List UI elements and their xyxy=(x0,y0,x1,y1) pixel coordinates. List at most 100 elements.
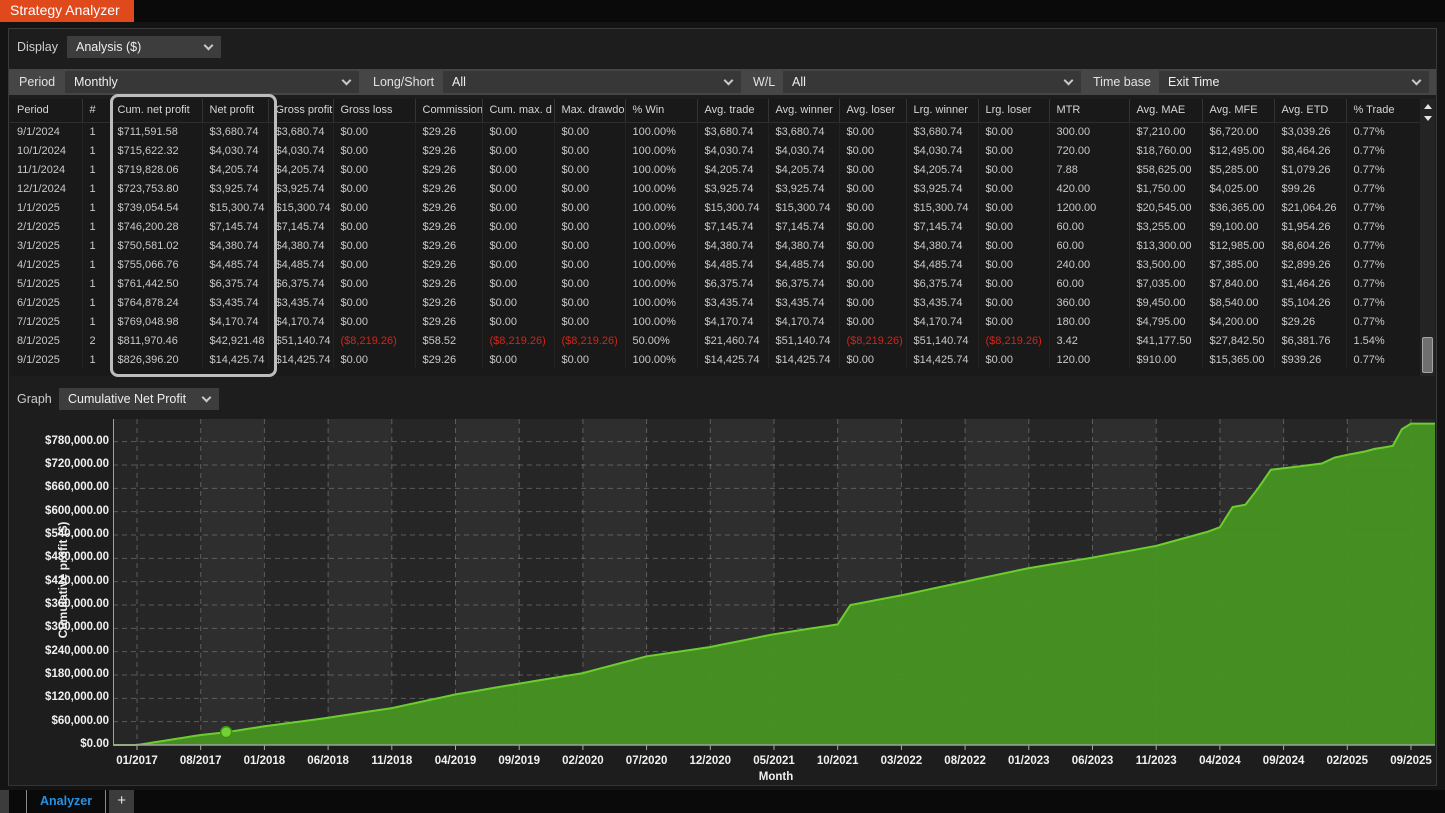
table-row[interactable]: 9/1/20241$711,591.58$3,680.74$3,680.74$0… xyxy=(10,122,1422,141)
cell: $3,435.74 xyxy=(906,293,978,312)
table-row[interactable]: 5/1/20251$761,442.50$6,375.74$6,375.74$0… xyxy=(10,274,1422,293)
column-header-avg-mfe[interactable]: Avg. MFE xyxy=(1202,99,1274,122)
graph-label: Graph xyxy=(17,392,55,406)
tab-analyzer[interactable]: Analyzer xyxy=(26,790,106,813)
cell: $746,200.28 xyxy=(110,217,202,236)
scroll-down-button[interactable] xyxy=(1420,112,1435,124)
cell: $3,680.74 xyxy=(697,122,768,141)
column-header-max-drawdo[interactable]: Max. drawdo xyxy=(554,99,625,122)
cell: $719,828.06 xyxy=(110,160,202,179)
graph-selector-row: Graph Cumulative Net Profit xyxy=(9,386,1436,412)
column-header-[interactable]: # xyxy=(82,99,110,122)
chart-marker-point[interactable] xyxy=(221,727,232,738)
cell: 0.77% xyxy=(1346,274,1422,293)
column-header-gross-profit[interactable]: Gross profit xyxy=(268,99,333,122)
table-scrollbar[interactable] xyxy=(1420,99,1435,376)
table-row[interactable]: 4/1/20251$755,066.76$4,485.74$4,485.74$0… xyxy=(10,255,1422,274)
cell: 0.77% xyxy=(1346,122,1422,141)
cell: 9/1/2024 xyxy=(10,122,82,141)
column-header-avg-loser[interactable]: Avg. loser xyxy=(839,99,906,122)
column-header-trade[interactable]: % Trade xyxy=(1346,99,1422,122)
cell: $29.26 xyxy=(415,236,482,255)
table-row[interactable]: 10/1/20241$715,622.32$4,030.74$4,030.74$… xyxy=(10,141,1422,160)
cell: $0.00 xyxy=(482,350,554,369)
table-row[interactable]: 8/1/20252$811,970.46$42,921.48$51,140.74… xyxy=(10,331,1422,350)
cell: 60.00 xyxy=(1049,274,1129,293)
cell: $15,300.74 xyxy=(697,198,768,217)
display-dropdown[interactable]: Analysis ($) xyxy=(67,36,221,58)
cell: $761,442.50 xyxy=(110,274,202,293)
cell: 240.00 xyxy=(1049,255,1129,274)
cell: $3,255.00 xyxy=(1129,217,1202,236)
window-tab-strip: Strategy Analyzer xyxy=(0,0,1445,22)
column-header-cum-net-profit[interactable]: Cum. net profit xyxy=(110,99,202,122)
strategy-analyzer-window: Strategy Analyzer Display Analysis ($) P… xyxy=(0,0,1445,813)
scroll-up-button[interactable] xyxy=(1420,100,1435,112)
column-header-commission[interactable]: Commission xyxy=(415,99,482,122)
cell: $15,365.00 xyxy=(1202,350,1274,369)
period-label: Period xyxy=(19,75,65,89)
wl-label: W/L xyxy=(753,75,783,89)
column-header-cum-max-d[interactable]: Cum. max. d xyxy=(482,99,554,122)
column-header-period[interactable]: Period xyxy=(10,99,82,122)
cell: 6/1/2025 xyxy=(10,293,82,312)
table-row[interactable]: 7/1/20251$769,048.98$4,170.74$4,170.74$0… xyxy=(10,312,1422,331)
cell: $21,064.26 xyxy=(1274,198,1346,217)
x-axis-tick-label: 02/2020 xyxy=(551,755,615,767)
table-row[interactable]: 12/1/20241$723,753.80$3,925.74$3,925.74$… xyxy=(10,179,1422,198)
column-header-net-profit[interactable]: Net profit xyxy=(202,99,268,122)
x-axis-tick-label: 08/2017 xyxy=(169,755,233,767)
graph-type-dropdown[interactable]: Cumulative Net Profit xyxy=(59,388,219,410)
table-row[interactable]: 3/1/20251$750,581.02$4,380.74$4,380.74$0… xyxy=(10,236,1422,255)
cell: $5,104.26 xyxy=(1274,293,1346,312)
table-row[interactable]: 9/1/20251$826,396.20$14,425.74$14,425.74… xyxy=(10,350,1422,369)
period-dropdown[interactable]: Monthly xyxy=(65,71,359,93)
column-header-avg-trade[interactable]: Avg. trade xyxy=(697,99,768,122)
chart-plot-area[interactable] xyxy=(113,419,1435,751)
column-header-avg-mae[interactable]: Avg. MAE xyxy=(1129,99,1202,122)
window-title-tab[interactable]: Strategy Analyzer xyxy=(0,0,134,22)
time-base-dropdown[interactable]: Exit Time xyxy=(1159,71,1429,93)
x-axis-tick-label: 12/2020 xyxy=(678,755,742,767)
long-short-dropdown[interactable]: All xyxy=(443,71,741,93)
cell: $0.00 xyxy=(554,255,625,274)
column-header-avg-etd[interactable]: Avg. ETD xyxy=(1274,99,1346,122)
cell: $99.26 xyxy=(1274,179,1346,198)
table-row[interactable]: 6/1/20251$764,878.24$3,435.74$3,435.74$0… xyxy=(10,293,1422,312)
cell: $0.00 xyxy=(839,198,906,217)
scrollbar-thumb[interactable] xyxy=(1422,337,1433,373)
cell: $15,300.74 xyxy=(768,198,839,217)
cell: $0.00 xyxy=(482,274,554,293)
cell: 60.00 xyxy=(1049,236,1129,255)
column-header-lrg-loser[interactable]: Lrg. loser xyxy=(978,99,1049,122)
cell: 10/1/2024 xyxy=(10,141,82,160)
column-header-win[interactable]: % Win xyxy=(625,99,697,122)
wl-dropdown[interactable]: All xyxy=(783,71,1081,93)
table-row[interactable]: 2/1/20251$746,200.28$7,145.74$7,145.74$0… xyxy=(10,217,1422,236)
cell: $0.00 xyxy=(482,236,554,255)
column-header-avg-winner[interactable]: Avg. winner xyxy=(768,99,839,122)
add-tab-button[interactable]: + xyxy=(109,790,134,813)
tab-bar-grip[interactable] xyxy=(0,790,9,813)
cell: 7/1/2025 xyxy=(10,312,82,331)
y-axis-tick-label: $480,000.00 xyxy=(17,550,109,565)
cell: ($8,219.26) xyxy=(482,331,554,350)
column-header-mtr[interactable]: MTR xyxy=(1049,99,1129,122)
cell: $18,760.00 xyxy=(1129,141,1202,160)
cell: $29.26 xyxy=(415,312,482,331)
cell: $4,380.74 xyxy=(202,236,268,255)
cell: $3,925.74 xyxy=(906,179,978,198)
column-header-gross-loss[interactable]: Gross loss xyxy=(333,99,415,122)
cell: $0.00 xyxy=(554,312,625,331)
cell: $29.26 xyxy=(415,141,482,160)
table-row[interactable]: 1/1/20251$739,054.54$15,300.74$15,300.74… xyxy=(10,198,1422,217)
cell: $0.00 xyxy=(482,255,554,274)
period-value: Monthly xyxy=(74,75,118,89)
column-header-lrg-winner[interactable]: Lrg. winner xyxy=(906,99,978,122)
cell: $0.00 xyxy=(333,236,415,255)
time-base-value: Exit Time xyxy=(1168,75,1219,89)
table-row[interactable]: 11/1/20241$719,828.06$4,205.74$4,205.74$… xyxy=(10,160,1422,179)
analysis-table: Period#Cum. net profitNet profitGross pr… xyxy=(10,99,1435,376)
cell: $42,921.48 xyxy=(202,331,268,350)
cell: $3,680.74 xyxy=(268,122,333,141)
